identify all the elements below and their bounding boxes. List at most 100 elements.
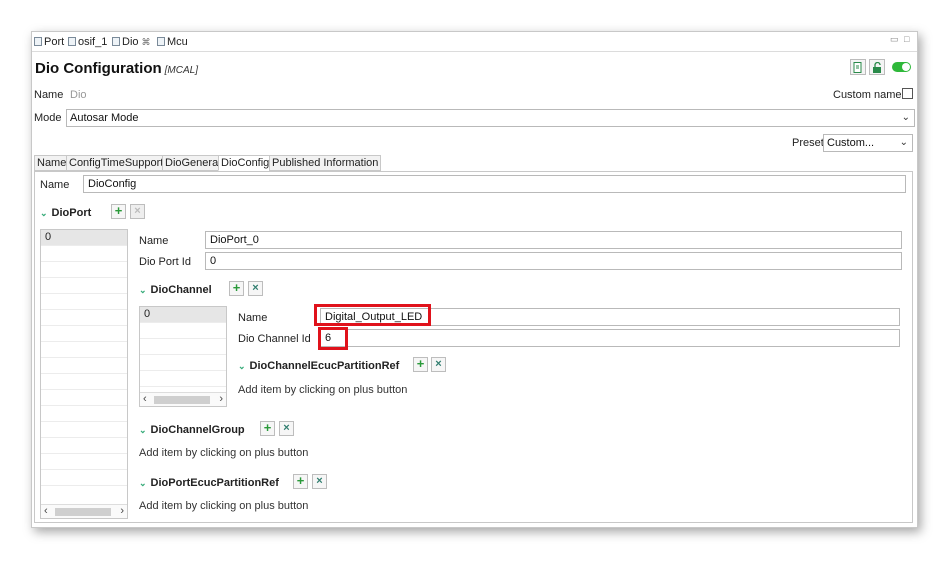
chevron-down-icon: ⌄ (901, 112, 910, 123)
tab-published-information[interactable]: Published Information (269, 155, 382, 171)
scrollbar-thumb[interactable] (55, 508, 111, 516)
minimize-icon[interactable]: ▭ (890, 34, 899, 45)
custom-name-checkbox[interactable] (902, 88, 913, 99)
tab-name[interactable]: Name (34, 155, 70, 171)
list-empty-row (41, 470, 127, 486)
tab-port[interactable]: Port (34, 35, 64, 49)
editor-window: Port osif_1 Dio ⌘ Mcu ▭ □ Dio Configurati… (31, 31, 918, 528)
list-empty-row (41, 278, 127, 294)
name-label: Name (34, 89, 64, 101)
caret-down-icon: ⌄ (139, 285, 147, 295)
document-icon (853, 62, 862, 73)
channel-group-hint: Add item by clicking on plus button (139, 447, 309, 459)
list-empty-row (140, 355, 226, 371)
remove-diochannel-button[interactable]: × (248, 281, 263, 296)
list-empty-row (140, 339, 226, 355)
tab-config-time-support[interactable]: ConfigTimeSupport (66, 155, 167, 171)
list-empty-row (41, 294, 127, 310)
channel-group-section-header[interactable]: ⌄ DioChannelGroup (139, 424, 245, 436)
list-empty-row (41, 454, 127, 470)
list-empty-row (41, 406, 127, 422)
list-item[interactable]: 0 (140, 307, 226, 323)
caret-down-icon: ⌄ (238, 361, 246, 371)
dioconfig-name-label: Name (40, 179, 70, 191)
port-partition-ref-section-header[interactable]: ⌄ DioPortEcucPartitionRef (139, 477, 279, 489)
tab-dio-general[interactable]: DioGeneral (162, 155, 224, 171)
partition-ref-section-header[interactable]: ⌄ DioChannelEcucPartitionRef (238, 360, 399, 372)
dioport-section-header[interactable]: ⌄ DioPort (40, 207, 91, 219)
scroll-left-icon[interactable]: ‹ (143, 393, 147, 406)
file-icon (68, 37, 76, 46)
enable-toggle[interactable] (892, 62, 911, 72)
scroll-right-icon[interactable]: › (120, 505, 124, 518)
diochannel-list-scrollbar[interactable]: ‹ › (140, 392, 226, 406)
scroll-left-icon[interactable]: ‹ (44, 505, 48, 518)
editor-tab-bar: Port osif_1 Dio ⌘ Mcu ▭ □ (32, 32, 917, 52)
diochannel-id-label: Dio Channel Id (238, 333, 311, 345)
dioport-id-field[interactable]: 0 (205, 252, 902, 270)
add-partition-ref-button[interactable]: + (413, 357, 428, 372)
list-empty-row (41, 422, 127, 438)
caret-down-icon: ⌄ (139, 478, 147, 488)
list-empty-row (140, 323, 226, 339)
tab-mcu[interactable]: Mcu (157, 35, 188, 49)
dioport-list: 0 ‹ › (40, 229, 128, 519)
preset-label: Preset (792, 137, 824, 149)
list-empty-row (41, 390, 127, 406)
add-channel-group-button[interactable]: + (260, 421, 275, 436)
list-empty-row (41, 342, 127, 358)
port-partition-ref-hint: Add item by clicking on plus button (139, 500, 309, 512)
add-diochannel-button[interactable]: + (229, 281, 244, 296)
list-item[interactable]: 0 (41, 230, 127, 246)
mode-label: Mode (34, 112, 62, 124)
close-tab-icon[interactable]: ⌘ (142, 37, 151, 47)
tab-dio-config[interactable]: DioConfig (218, 155, 273, 171)
diochannel-list: 0 ‹ › (139, 306, 227, 407)
mode-select[interactable]: Autosar Mode ⌄ (66, 109, 915, 127)
list-empty-row (41, 262, 127, 278)
document-button[interactable] (850, 59, 866, 75)
caret-down-icon: ⌄ (40, 208, 48, 218)
list-empty-row (41, 326, 127, 342)
remove-dioport-button[interactable]: × (130, 204, 145, 219)
dioport-name-label: Name (139, 235, 169, 247)
chevron-down-icon: ⌄ (899, 137, 908, 148)
scroll-right-icon[interactable]: › (219, 393, 223, 406)
dioport-list-scrollbar[interactable]: ‹ › (41, 504, 127, 518)
file-icon (157, 37, 165, 46)
page-title: Dio Configuration [MCAL] (35, 60, 198, 77)
scrollbar-thumb[interactable] (154, 396, 210, 404)
remove-channel-group-button[interactable]: × (279, 421, 294, 436)
page-subtitle: [MCAL] (164, 65, 198, 76)
partition-ref-hint: Add item by clicking on plus button (238, 384, 408, 396)
maximize-icon[interactable]: □ (904, 34, 909, 44)
file-icon (112, 37, 120, 46)
highlight-id-box (318, 327, 348, 350)
dioconfig-name-field[interactable]: DioConfig (83, 175, 906, 193)
diochannel-id-field[interactable]: 6 (320, 329, 900, 347)
custom-name-label: Custom name (833, 89, 902, 101)
highlight-name-box (314, 304, 431, 326)
list-empty-row (41, 246, 127, 262)
dioport-id-label: Dio Port Id (139, 256, 191, 268)
list-empty-row (41, 374, 127, 390)
module-name-field: Dio (66, 87, 826, 105)
caret-down-icon: ⌄ (139, 425, 147, 435)
preset-select[interactable]: Custom... ⌄ (823, 134, 913, 152)
list-empty-row (41, 310, 127, 326)
remove-partition-ref-button[interactable]: × (431, 357, 446, 372)
diochannel-section-header[interactable]: ⌄ DioChannel (139, 284, 212, 296)
diochannel-name-label: Name (238, 312, 268, 324)
list-empty-row (41, 358, 127, 374)
dioport-name-field[interactable]: DioPort_0 (205, 231, 902, 249)
file-icon (34, 37, 42, 46)
add-port-partition-ref-button[interactable]: + (293, 474, 308, 489)
list-empty-row (41, 438, 127, 454)
add-dioport-button[interactable]: + (111, 204, 126, 219)
list-empty-row (140, 371, 226, 387)
unlock-icon (873, 62, 881, 73)
tab-dio[interactable]: Dio ⌘ (112, 35, 151, 49)
lock-button[interactable] (869, 59, 885, 75)
remove-port-partition-ref-button[interactable]: × (312, 474, 327, 489)
tab-osif[interactable]: osif_1 (68, 35, 107, 49)
